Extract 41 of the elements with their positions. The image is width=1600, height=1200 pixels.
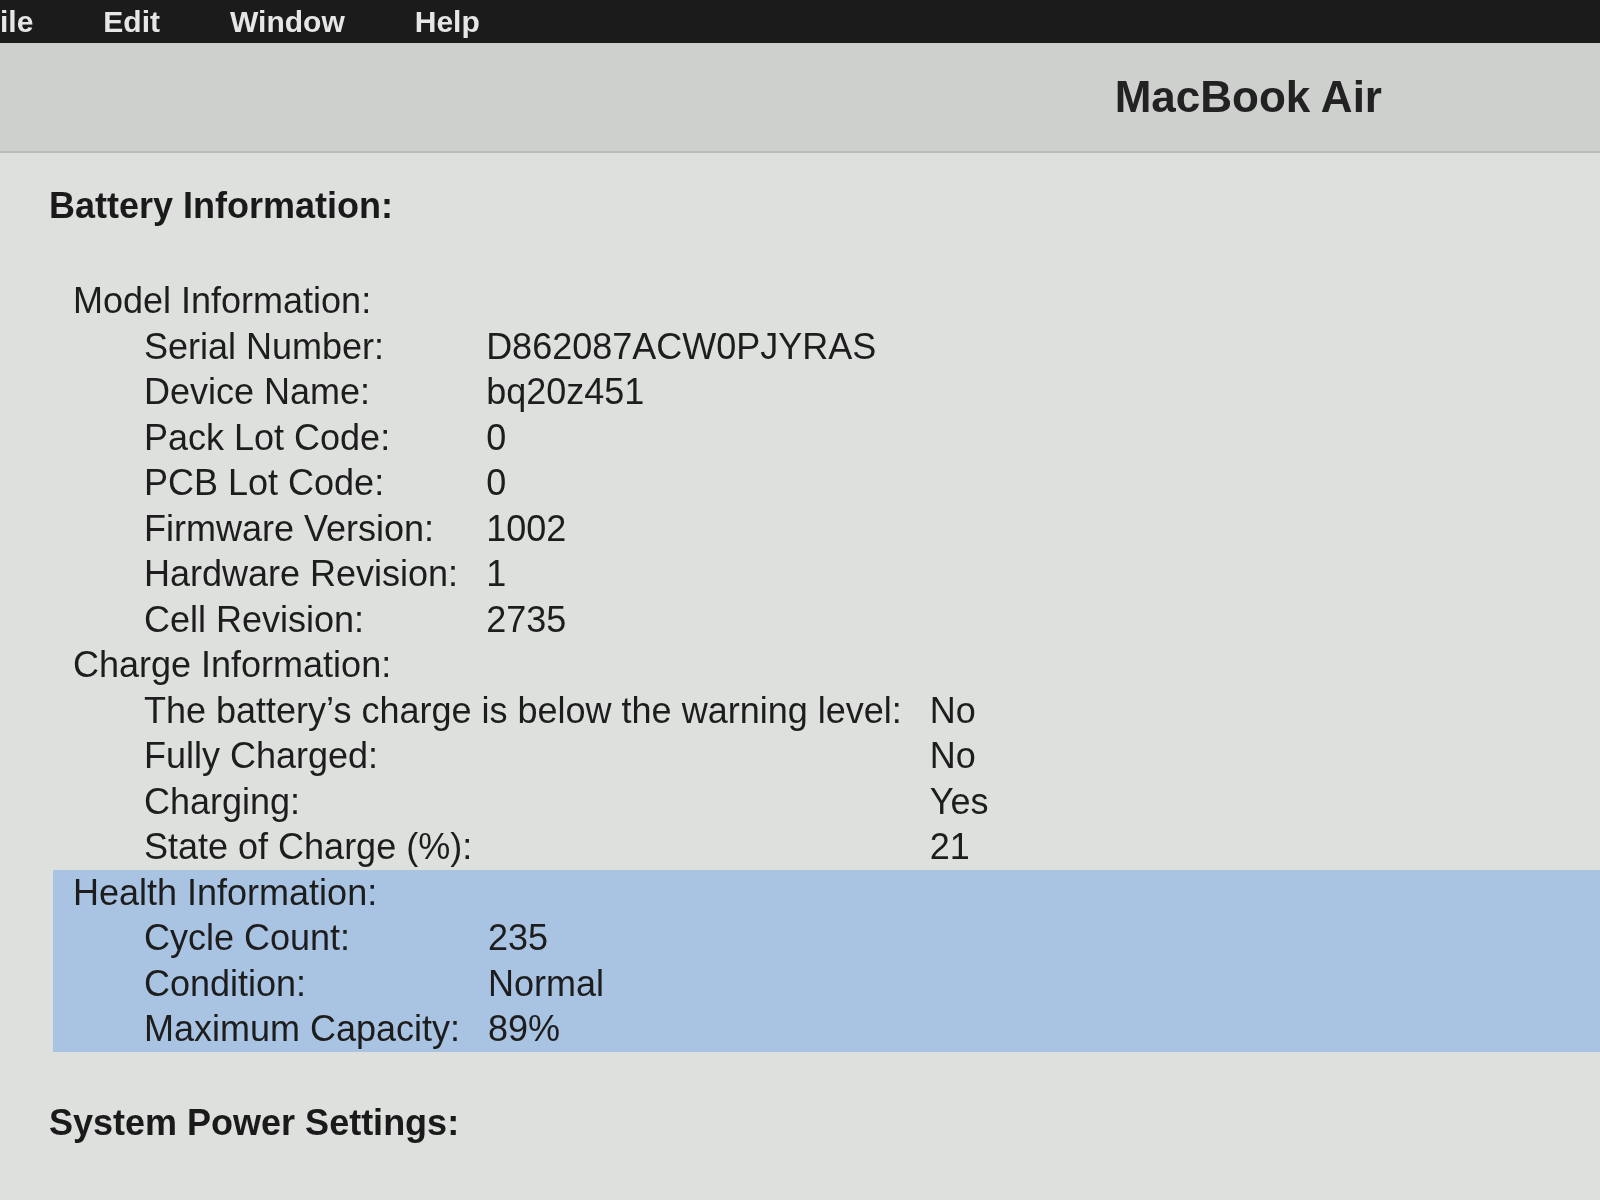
field-value: 0 (486, 461, 508, 505)
info-group[interactable]: Model Information: Serial Number: D862087ACW0PJYRAS Device Name: bq20z451 Pack Lot Code: 0 PCB Lot Code: 0 Firmware Version: 1002 Hardware Revision: 1 Cell Revision: 2735 (53, 278, 1600, 642)
field-label: Device Name: (144, 370, 372, 414)
field-value: No (929, 734, 977, 778)
section-title: Battery Information: (49, 184, 394, 228)
group-title: Charge Information: (73, 643, 392, 687)
menu-item[interactable]: Window (230, 3, 345, 40)
field-label: The battery’s charge is below the warning level: (144, 688, 902, 733)
menu-item[interactable]: ile (0, 3, 34, 40)
info-group[interactable]: Charge Information: The battery’s charge is below the warning level: No Fully Charged: No Charging: Yes State of Charge (%): 21 (53, 642, 1600, 870)
field-label: Fully Charged: (144, 734, 380, 778)
device-title: MacBook Air (1114, 72, 1382, 122)
field-value: Normal (488, 961, 605, 1006)
menu-item[interactable]: Help (414, 3, 480, 40)
field-value: D862087ACW0PJYRAS (486, 324, 877, 369)
field-label: PCB Lot Code: (144, 461, 386, 505)
field-label: Serial Number: (144, 324, 386, 369)
field-label: State of Charge (%): (144, 825, 474, 869)
field-label: Cycle Count: (144, 916, 352, 960)
field-value: 89% (488, 1007, 562, 1051)
field-value: 21 (929, 825, 971, 869)
field-value: 1 (486, 552, 508, 596)
group-title: Model Information: (73, 279, 372, 323)
field-label: Charging: (144, 779, 302, 824)
field-value: 235 (488, 916, 550, 960)
field-label: Maximum Capacity: (144, 1007, 461, 1051)
field-label: Pack Lot Code: (144, 415, 392, 460)
field-value: bq20z451 (486, 370, 646, 414)
menu-item[interactable]: Edit (103, 3, 161, 40)
field-label: Cell Revision: (144, 597, 366, 642)
field-label: Hardware Revision: (144, 552, 459, 596)
field-value: 2735 (486, 597, 568, 642)
field-value: 1002 (486, 506, 568, 551)
group-title: Health Information: (73, 870, 378, 915)
field-label: Firmware Version: (144, 506, 436, 551)
section-title: System Power Settings: (49, 1100, 460, 1145)
field-value: 0 (486, 415, 508, 460)
field-value: No (929, 688, 977, 733)
field-value: Yes (929, 779, 989, 824)
selected-group-highlight[interactable]: Health Information: Cycle Count: 235 Condition: Normal Maximum Capacity: 89% (53, 869, 1600, 1052)
field-label: Condition: (144, 961, 308, 1006)
